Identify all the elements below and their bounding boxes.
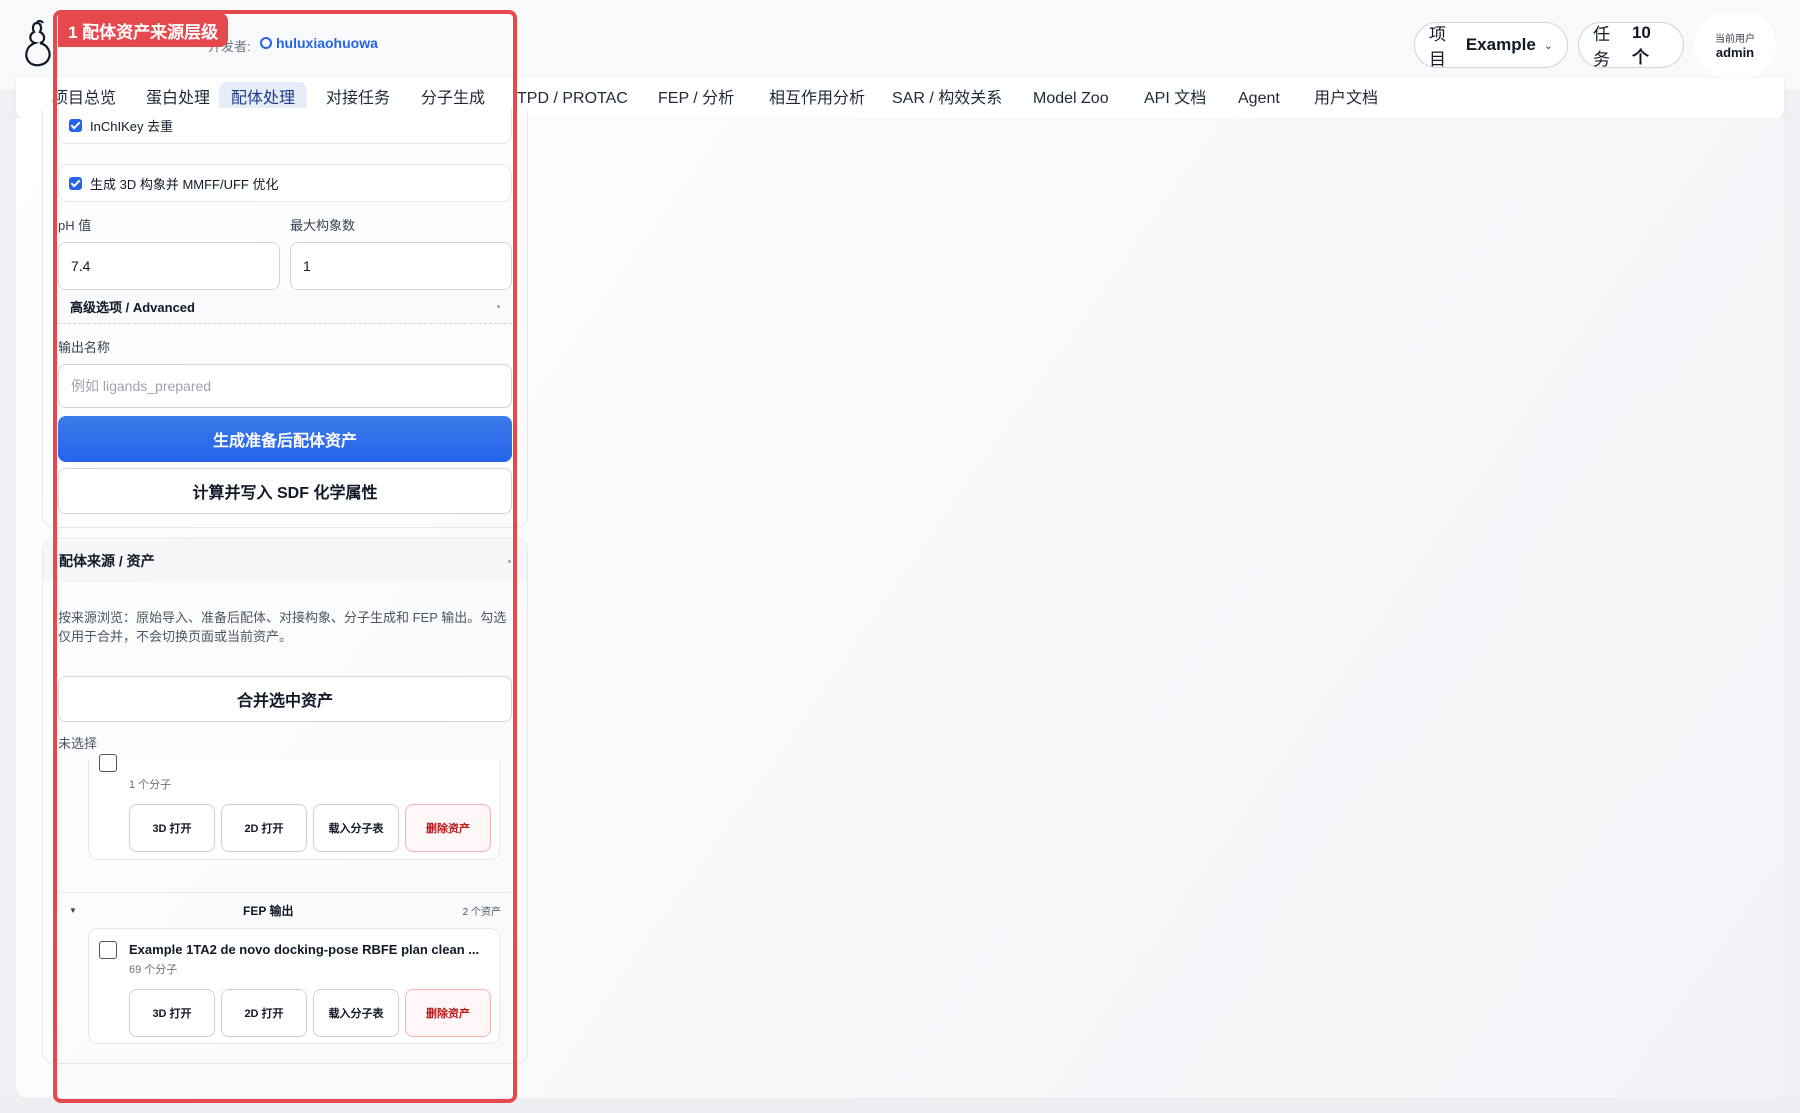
tasks-label: 任务 <box>1593 25 1610 69</box>
max-conformers-label: 最大构象数 <box>290 218 356 233</box>
gen-3d-option[interactable]: 生成 3D 构象并 MMFF/UFF 优化 <box>58 164 512 202</box>
tasks-indicator[interactable]: 任务 10 个 <box>1578 22 1684 69</box>
tasks-value: 10 个 <box>1631 22 1651 67</box>
gen-3d-checkbox[interactable] <box>69 176 82 190</box>
ph-label: pH 值 <box>58 218 92 233</box>
current-user-label: 当前用户 <box>1715 34 1755 45</box>
tab-fep[interactable]: FEP / 分析 <box>646 82 746 114</box>
fep-output-group-count: 2 个资产 <box>462 907 501 918</box>
ligand-sources-description: 按来源浏览：原始导入、准备后配体、对接构象、分子生成和 FEP 输出。勾选仅用于… <box>58 610 507 644</box>
collapse-indicator-icon <box>508 559 511 563</box>
asset-select-checkbox[interactable] <box>99 754 117 772</box>
tab-sar[interactable]: SAR / 构效关系 <box>880 82 1014 114</box>
open-3d-button[interactable]: 3D 打开 <box>129 804 215 852</box>
project-selector[interactable]: 项目 Example ⌄ <box>1414 22 1568 69</box>
caret-down-icon: ▼ <box>69 906 77 915</box>
open-2d-button[interactable]: 2D 打开 <box>221 804 307 852</box>
current-user[interactable]: 当前用户 admin <box>1694 12 1776 78</box>
fep-output-group-header[interactable]: ▼ FEP 输出 2 个资产 <box>59 892 511 928</box>
asset-molecule-count: 1 个分子 <box>129 779 172 791</box>
advanced-options-label: 高级选项 / Advanced <box>70 300 195 315</box>
annotation-tag: 1 配体资产来源层级 <box>58 13 229 47</box>
inchikey-dedup-label: InChIKey 去重 <box>90 119 174 134</box>
output-name-input[interactable]: 例如 ligands_prepared <box>58 364 512 408</box>
output-name-label: 输出名称 <box>58 340 111 355</box>
page-bottom-edge <box>0 1098 1800 1113</box>
merge-selected-assets-button[interactable]: 合并选中资产 <box>58 676 512 722</box>
open-3d-button[interactable]: 3D 打开 <box>129 989 215 1037</box>
compute-sdf-properties-button[interactable]: 计算并写入 SDF 化学属性 <box>58 468 512 514</box>
advanced-options-toggle[interactable]: 高级选项 / Advanced <box>58 290 512 324</box>
asset-title: Example 1TA2 de novo docking-pose RBFE p… <box>129 942 480 957</box>
asset-molecule-count: 69 个分子 <box>129 964 178 976</box>
collapse-indicator-icon <box>497 305 500 308</box>
asset-select-checkbox[interactable] <box>99 941 117 959</box>
tab-agent[interactable]: Agent <box>1226 82 1292 114</box>
selection-status: 未选择 <box>58 736 98 751</box>
chevron-down-icon: ⌄ <box>1543 39 1553 52</box>
inchikey-dedup-checkbox[interactable] <box>69 119 82 132</box>
asset-card: 1 个分子 3D 打开 2D 打开 载入分子表 删除资产 <box>88 754 500 860</box>
developer-link-text: huluxiaohuowa <box>276 35 378 51</box>
max-conformers-input[interactable]: 1 <box>290 242 512 290</box>
github-icon <box>260 37 272 49</box>
load-table-button[interactable]: 载入分子表 <box>313 989 399 1037</box>
project-value: Example <box>1465 35 1536 54</box>
inchikey-dedup-option[interactable]: InChIKey 去重 <box>58 108 512 144</box>
tab-interaction[interactable]: 相互作用分析 <box>757 82 877 114</box>
project-label: 项目 <box>1429 25 1446 69</box>
ligand-sources-title: 配体来源 / 资产 <box>59 553 155 569</box>
gen-3d-label: 生成 3D 构象并 MMFF/UFF 优化 <box>90 176 279 192</box>
load-table-button[interactable]: 载入分子表 <box>313 804 399 852</box>
generate-prepared-ligands-button[interactable]: 生成准备后配体资产 <box>58 416 512 462</box>
ligand-sources-header[interactable]: 配体来源 / 资产 <box>43 540 527 582</box>
open-2d-button[interactable]: 2D 打开 <box>221 989 307 1037</box>
delete-asset-button[interactable]: 删除资产 <box>405 804 491 852</box>
tab-api-docs[interactable]: API 文档 <box>1132 82 1218 114</box>
current-user-name: admin <box>1715 45 1755 60</box>
developer-link[interactable]: huluxiaohuowa <box>260 35 378 51</box>
tab-user-docs[interactable]: 用户文档 <box>1302 82 1390 114</box>
ph-input[interactable]: 7.4 <box>58 242 280 290</box>
delete-asset-button[interactable]: 删除资产 <box>405 989 491 1037</box>
fep-output-group-title: FEP 输出 <box>243 904 294 918</box>
asset-card: Example 1TA2 de novo docking-pose RBFE p… <box>88 928 500 1044</box>
app-header: 开发者: huluxiaohuowa 项目 Example ⌄ 任务 10 个 … <box>0 0 1800 90</box>
tab-model-zoo[interactable]: Model Zoo <box>1021 82 1121 114</box>
gourd-logo-icon[interactable] <box>20 20 54 68</box>
